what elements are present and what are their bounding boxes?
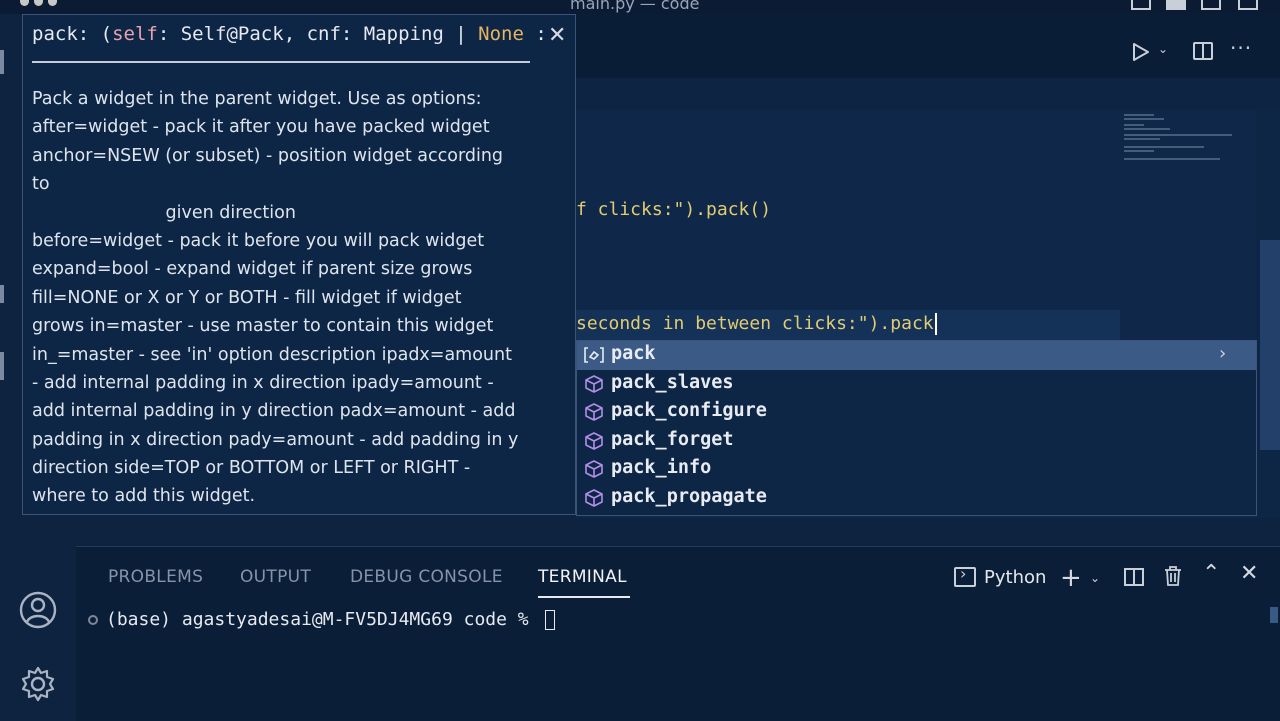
toggle-sidebar-icon[interactable] xyxy=(1131,0,1151,10)
code-line-current[interactable]: seconds in between clicks:").pack xyxy=(576,313,937,335)
split-terminal-icon[interactable] xyxy=(1124,568,1144,586)
close-window-dot[interactable] xyxy=(20,0,29,6)
run-options-chevron-icon[interactable]: ⌄ xyxy=(1158,42,1168,56)
chevron-up-icon[interactable]: ⌃ xyxy=(1202,561,1220,586)
method-cube-icon xyxy=(585,403,603,421)
run-python-file-icon[interactable] xyxy=(1132,42,1150,62)
split-editor-icon[interactable] xyxy=(1193,42,1213,60)
chevron-down-icon[interactable]: ⌄ xyxy=(1090,571,1100,585)
method-cube-icon xyxy=(585,431,603,450)
editor-scrollbar-thumb[interactable] xyxy=(1260,240,1280,450)
activity-bar-edge xyxy=(0,352,4,380)
doc-line: - add internal padding in x direction ip… xyxy=(32,372,494,393)
variable-icon xyxy=(584,347,604,363)
doc-line: add internal padding in y direction padx… xyxy=(32,401,516,422)
toggle-panel-icon[interactable] xyxy=(1166,0,1186,10)
terminal-status-icon xyxy=(88,615,98,625)
signature-none-type: None xyxy=(478,23,524,45)
chevron-right-icon[interactable]: › xyxy=(1219,343,1226,364)
doc-line: where to add this widget. xyxy=(32,486,256,507)
tab-problems[interactable]: PROBLEMS xyxy=(108,567,203,587)
account-icon[interactable] xyxy=(18,590,58,630)
activity-bar-edge xyxy=(0,50,4,74)
doc-line: anchor=NSEW (or subset) - position widge… xyxy=(32,145,504,166)
suggestion-item-pack-info[interactable]: pack_info xyxy=(577,455,1256,484)
suggestion-item-pack-configure[interactable]: pack_configure xyxy=(577,398,1256,427)
doc-line: before=widget - pack it before you will … xyxy=(32,230,485,251)
autocomplete-suggestions: pack › pack_slaves pack_configure pack_f… xyxy=(576,340,1257,516)
suggestion-label: pack_info xyxy=(611,457,712,479)
doc-line: Pack a widget in the parent widget. Use … xyxy=(32,89,482,109)
hover-doc-text: Pack a widget in the parent widget. Use … xyxy=(32,85,532,511)
method-cube-icon xyxy=(585,460,603,479)
method-cube-icon xyxy=(585,489,603,507)
toggle-secondary-sidebar-icon[interactable] xyxy=(1201,0,1221,10)
hover-divider xyxy=(32,61,530,63)
terminal-shell-label[interactable]: Python xyxy=(984,567,1046,588)
suggestion-label: pack_slaves xyxy=(611,371,734,393)
signature-self-param: self xyxy=(112,23,158,45)
doc-line: padding in x direction pady=amount - add… xyxy=(32,429,519,450)
trash-icon[interactable] xyxy=(1163,565,1183,587)
suggestion-item-pack-propagate[interactable]: pack_propagate xyxy=(577,484,1256,513)
doc-line: grows in=master - use master to contain … xyxy=(32,316,494,337)
minimize-window-dot[interactable] xyxy=(34,0,43,6)
hover-documentation-popup: pack: (self: Self@Pack, cnf: Mapping | N… xyxy=(22,14,576,515)
tab-output[interactable]: OUTPUT xyxy=(240,567,311,587)
close-icon[interactable]: ✕ xyxy=(1240,561,1258,586)
zoom-window-dot[interactable] xyxy=(48,0,57,6)
doc-line: after=widget - pack it after you have pa… xyxy=(32,117,490,138)
tab-terminal[interactable]: TERMINAL xyxy=(538,567,627,587)
terminal-prompt: (base) agastyadesai@M-FV5DJ4MG69 code % xyxy=(106,609,540,630)
code-line-text: f clicks:").pack() xyxy=(576,199,772,220)
activity-bar-edge xyxy=(0,285,4,303)
signature-tail: : xyxy=(523,23,547,45)
suggestion-label: pack xyxy=(611,343,656,364)
doc-line: direction side=TOP or BOTTOM or LEFT or … xyxy=(32,458,471,479)
editor-tab-bar xyxy=(576,14,1280,78)
code-line-text: seconds in between clicks:").pack xyxy=(576,313,934,334)
minimap[interactable] xyxy=(1122,110,1256,170)
terminal-cursor xyxy=(545,610,556,630)
gear-icon[interactable] xyxy=(18,664,58,704)
doc-line: to xyxy=(32,174,50,195)
bottom-panel: PROBLEMS OUTPUT DEBUG CONSOLE TERMINAL P… xyxy=(76,546,1280,721)
doc-line: fill=NONE or X or Y or BOTH - fill widge… xyxy=(32,287,462,308)
method-cube-icon xyxy=(585,374,603,393)
active-tab-indicator xyxy=(538,596,630,598)
close-icon[interactable]: ✕ xyxy=(548,23,566,48)
panel-scrollbar-thumb[interactable] xyxy=(1270,607,1278,623)
signature-params: : Self@Pack, cnf: Mapping | xyxy=(157,23,479,45)
doc-line: expand=bool - expand widget if parent si… xyxy=(32,259,473,280)
terminal-output[interactable]: (base) agastyadesai@M-FV5DJ4MG69 code % xyxy=(88,609,556,630)
new-terminal-plus-icon[interactable]: + xyxy=(1060,563,1082,593)
breadcrumb-bar xyxy=(576,78,1280,110)
more-actions-icon[interactable]: ··· xyxy=(1230,36,1252,60)
customize-layout-icon[interactable] xyxy=(1238,0,1258,10)
signature-function-name: pack xyxy=(32,23,78,45)
terminal-shell-icon[interactable] xyxy=(954,564,976,587)
text-cursor xyxy=(934,313,937,335)
suggestion-label: pack_propagate xyxy=(611,486,767,507)
window-title: main.py — code xyxy=(570,0,700,13)
suggestion-item-pack-forget[interactable]: pack_forget xyxy=(577,427,1256,456)
doc-line: given direction xyxy=(32,202,296,223)
suggestion-label: pack_configure xyxy=(611,400,767,422)
hover-signature: pack: (self: Self@Pack, cnf: Mapping | N… xyxy=(32,23,547,45)
suggestion-item-pack-slaves[interactable]: pack_slaves xyxy=(577,370,1256,399)
signature-open: : ( xyxy=(77,23,113,45)
doc-line: in_=master - see 'in' option description… xyxy=(32,344,512,365)
title-bar: main.py — code xyxy=(0,0,1280,14)
code-line[interactable]: f clicks:").pack() xyxy=(576,199,771,220)
suggestion-label: pack_forget xyxy=(611,428,734,450)
suggestion-item-pack[interactable]: pack › xyxy=(577,341,1256,370)
tab-debug-console[interactable]: DEBUG CONSOLE xyxy=(350,567,503,587)
